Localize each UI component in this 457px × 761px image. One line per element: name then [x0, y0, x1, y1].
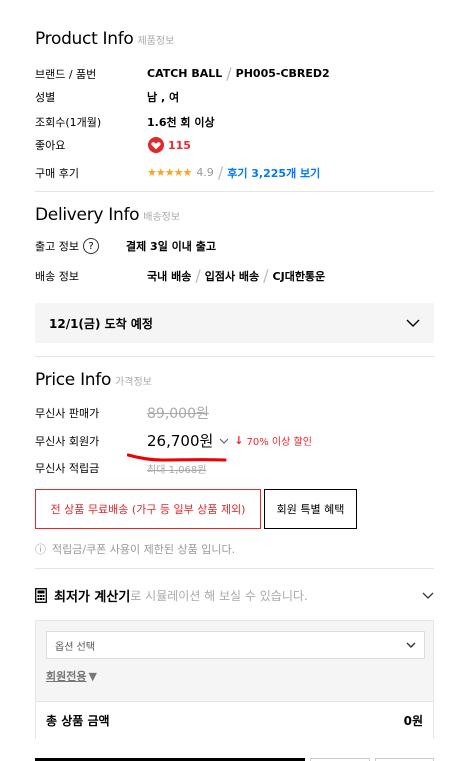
review-label: 구매 후기 [35, 166, 79, 180]
ship-value: 결제 3일 이내 출고 [125, 240, 216, 253]
delivery-info-header: Delivery Info 배송정보 [35, 205, 180, 225]
ship-row: 출고 정보 ? 결제 3일 이내 출고 [35, 238, 216, 254]
brand-label: 브랜드 / 품번 [35, 67, 97, 81]
calculator-desc: 로 시뮬레이션 해 보실 수 있습니다. [130, 589, 308, 603]
member-only-label: 회원전용 [46, 670, 87, 683]
sale-price-row: 무신사 판매가 89,000원 [35, 403, 209, 423]
price-info-header: Price Info 가격정보 [35, 370, 152, 390]
divider [35, 191, 434, 192]
member-benefit-button[interactable]: 회원 특별 혜택 [264, 489, 357, 529]
delivery-row: 배송 정보 국내 배송 / 입점사 배송 / CJ대한통운 [35, 266, 325, 285]
views-row: 조회수(1개월) 1.6천 회 이상 [35, 114, 215, 130]
calculator-heading: 최저가 계산기 로 시뮬레이션 해 보실 수 있습니다. [35, 586, 308, 605]
calculator-title: 최저가 계산기 [54, 590, 131, 605]
option-select-placeholder: 옵션 선택 [55, 641, 95, 653]
likes-row: 좋아요 115 [35, 137, 191, 153]
price-info-title: Price Info [35, 370, 112, 390]
brand-row: 브랜드 / 품번 CATCH BALL / PH005-CBRED2 [35, 64, 330, 83]
points-value: 최대 1,068원 [147, 464, 207, 476]
member-price: 26,700원 [147, 432, 214, 450]
gender-row: 성별 남 , 여 [35, 89, 179, 105]
total-label: 총 상품 금액 [46, 714, 110, 728]
calculator-toggle[interactable]: 최저가 계산기 로 시뮬레이션 해 보실 수 있습니다. [35, 586, 434, 605]
discount-text: 70% 이상 할인 [246, 437, 312, 448]
divider [35, 356, 434, 357]
likes-count: 115 [168, 138, 191, 152]
member-price-label: 무신사 회원가 [35, 434, 100, 448]
calculator-panel: 옵션 선택 회원전용 ▼ 총 상품 금액 0원 [35, 620, 434, 739]
delivery-vendor: 입점사 배송 [204, 269, 260, 283]
arrival-text: 12/1(금) 도착 예정 [49, 316, 153, 331]
rating-value: 4.9 [196, 166, 214, 179]
help-icon[interactable]: ? [82, 238, 99, 254]
delivery-domestic: 국내 배송 [147, 269, 192, 283]
notice-row: ⓘ 적립금/쿠폰 사용이 제한된 상품 입니다. [35, 541, 235, 557]
heart-icon[interactable] [147, 137, 165, 153]
review-link[interactable]: 후기 3,225개 보기 [227, 165, 320, 181]
sku-value: PH005-CBRED2 [235, 67, 330, 80]
points-row: 무신사 적립금 최대 1,068원 [35, 460, 206, 476]
delivery-info-title: Delivery Info [35, 205, 140, 225]
views-value: 1.6천 회 이상 [147, 116, 215, 129]
sale-price: 89,000원 [147, 406, 209, 422]
product-info-subtitle: 제품정보 [137, 36, 175, 47]
sale-price-label: 무신사 판매가 [35, 407, 100, 420]
review-separator: / [217, 163, 224, 182]
price-info-subtitle: 가격정보 [115, 377, 152, 388]
brand-separator: / [226, 64, 232, 83]
delivery-label: 배송 정보 [35, 269, 79, 283]
delivery-separator: / [195, 266, 201, 285]
option-select[interactable]: 옵션 선택 [46, 631, 425, 659]
calculator-icon [35, 588, 47, 603]
free-shipping-button[interactable]: 전 상품 무료배송 (가구 등 일부 상품 제외) [35, 489, 261, 529]
ship-label: 출고 정보 [35, 240, 79, 253]
notice-text: 적립금/쿠폰 사용이 제한된 상품 입니다. [52, 543, 236, 556]
brand-link[interactable]: CATCH BALL [147, 67, 222, 80]
chevron-down-icon [422, 592, 434, 599]
total-row: 총 상품 금액 0원 [36, 701, 433, 739]
delivery-info-subtitle: 배송정보 [143, 212, 181, 223]
total-value: 0원 [403, 714, 423, 728]
product-info-header: Product Info 제품정보 [35, 29, 174, 49]
divider [35, 568, 434, 569]
discount-arrow-icon: ↓ [234, 434, 244, 447]
likes-label: 좋아요 [35, 139, 66, 152]
product-info-title: Product Info [35, 29, 134, 49]
delivery-separator: / [263, 266, 269, 285]
info-icon: ⓘ [35, 543, 46, 556]
gender-value: 남 , 여 [147, 91, 180, 104]
chevron-down-icon [406, 316, 420, 330]
chevron-down-icon [406, 642, 416, 648]
delivery-courier: CJ대한통운 [272, 269, 326, 283]
chevron-down-icon[interactable] [219, 438, 229, 444]
views-label: 조회수(1개월) [35, 116, 102, 129]
gender-label: 성별 [35, 91, 56, 104]
rating-stars: ★★★★★ [147, 166, 192, 179]
triangle-down-icon: ▼ [88, 669, 97, 683]
member-only-toggle[interactable]: 회원전용 ▼ [46, 668, 97, 684]
member-price-row: 무신사 회원가 26,700원 ↓ 70% 이상 할인 [35, 430, 312, 451]
arrival-estimate-toggle[interactable]: 12/1(금) 도착 예정 [35, 303, 434, 343]
review-row: 구매 후기 ★★★★★ 4.9 / 후기 3,225개 보기 [35, 163, 320, 182]
points-label: 무신사 적립금 [35, 462, 100, 475]
